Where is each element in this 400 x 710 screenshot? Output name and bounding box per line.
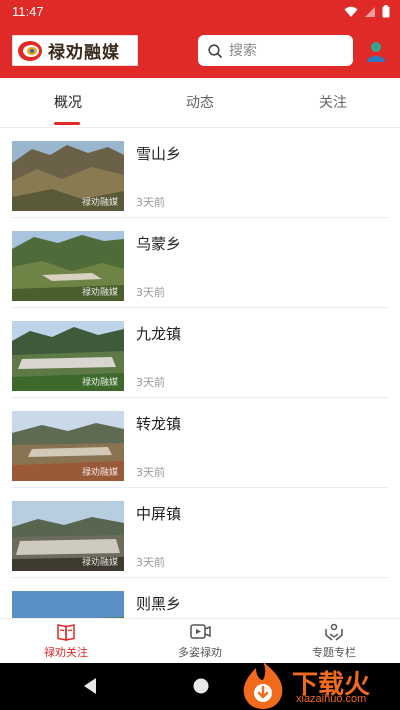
news-thumbnail <box>12 591 124 618</box>
news-title: 则黑乡 <box>136 595 182 613</box>
search-icon <box>208 43 222 58</box>
news-thumbnail: 禄劝融媒 <box>12 141 124 211</box>
tab-overview[interactable]: 概况 <box>54 92 82 112</box>
thumbnail-watermark: 禄劝融媒 <box>82 378 119 388</box>
list-item[interactable]: 则黑乡 <box>12 578 388 618</box>
home-icon[interactable] <box>192 677 210 695</box>
news-thumbnail: 禄劝融媒 <box>12 231 124 301</box>
news-list[interactable]: 禄劝融媒 雪山乡 3天前 禄劝融媒 乌蒙乡 3天前 禄劝融媒 九龙镇 3天前 禄… <box>0 128 400 618</box>
nav-label: 专题专栏 <box>312 646 356 659</box>
battery-icon <box>382 5 390 18</box>
list-item[interactable]: 禄劝融媒 雪山乡 3天前 <box>12 128 388 218</box>
nav-item-lquan-focus[interactable]: 禄劝关注 <box>16 621 116 660</box>
nav-label: 禄劝关注 <box>44 646 88 659</box>
news-title: 乌蒙乡 <box>136 235 182 253</box>
active-tab-indicator <box>54 122 80 125</box>
logo-emblem-icon <box>18 40 42 61</box>
thumbnail-watermark: 禄劝融媒 <box>82 198 119 208</box>
list-item[interactable]: 禄劝融媒 乌蒙乡 3天前 <box>12 218 388 308</box>
list-item[interactable]: 禄劝融媒 九龙镇 3天前 <box>12 308 388 398</box>
status-icons <box>344 5 390 18</box>
nav-item-multifaceted[interactable]: 多姿禄劝 <box>150 621 250 660</box>
download-site-watermark: 下载火 xiazaihuo.com <box>234 660 400 710</box>
nav-label: 多姿禄劝 <box>178 646 222 659</box>
thumbnail-watermark: 禄劝融媒 <box>82 558 119 568</box>
news-title: 转龙镇 <box>136 415 182 433</box>
news-time: 3天前 <box>136 466 165 479</box>
search-box[interactable] <box>198 35 353 66</box>
signal-icon <box>365 6 375 17</box>
back-icon[interactable] <box>82 677 98 695</box>
tab-follow[interactable]: 关注 <box>319 92 347 112</box>
watermark-domain: xiazaihuo.com <box>296 693 367 705</box>
wifi-icon <box>344 6 358 17</box>
thumbnail-watermark: 禄劝融媒 <box>82 468 119 478</box>
book-icon <box>57 624 75 641</box>
list-item[interactable]: 禄劝融媒 中屏镇 3天前 <box>12 488 388 578</box>
tab-news[interactable]: 动态 <box>186 92 214 112</box>
profile-icon[interactable] <box>366 40 386 64</box>
status-time: 11:47 <box>12 4 44 19</box>
app-header: 禄劝融媒 <box>0 24 400 78</box>
news-time: 3天前 <box>136 196 165 209</box>
status-bar: 11:47 <box>0 0 400 24</box>
search-input[interactable] <box>229 42 339 59</box>
news-thumbnail: 禄劝融媒 <box>12 501 124 571</box>
news-title: 雪山乡 <box>136 145 182 163</box>
bottom-nav: 禄劝关注 多姿禄劝 专题专栏 <box>0 618 400 663</box>
news-thumbnail: 禄劝融媒 <box>12 321 124 391</box>
app-logo: 禄劝融媒 <box>12 35 138 66</box>
logo-text: 禄劝融媒 <box>48 43 120 63</box>
thumbnail-watermark: 禄劝融媒 <box>82 288 119 298</box>
news-time: 3天前 <box>136 376 165 389</box>
video-icon <box>190 624 211 639</box>
news-title: 中屏镇 <box>136 505 182 523</box>
flame-logo-icon <box>243 662 283 709</box>
news-time: 3天前 <box>136 556 165 569</box>
list-item[interactable]: 禄劝融媒 转龙镇 3天前 <box>12 398 388 488</box>
news-title: 九龙镇 <box>136 325 182 343</box>
nav-item-special-topics[interactable]: 专题专栏 <box>284 621 384 660</box>
hands-icon <box>325 623 343 641</box>
news-time: 3天前 <box>136 286 165 299</box>
news-thumbnail: 禄劝融媒 <box>12 411 124 481</box>
tab-bar: 概况 动态 关注 <box>0 78 400 128</box>
